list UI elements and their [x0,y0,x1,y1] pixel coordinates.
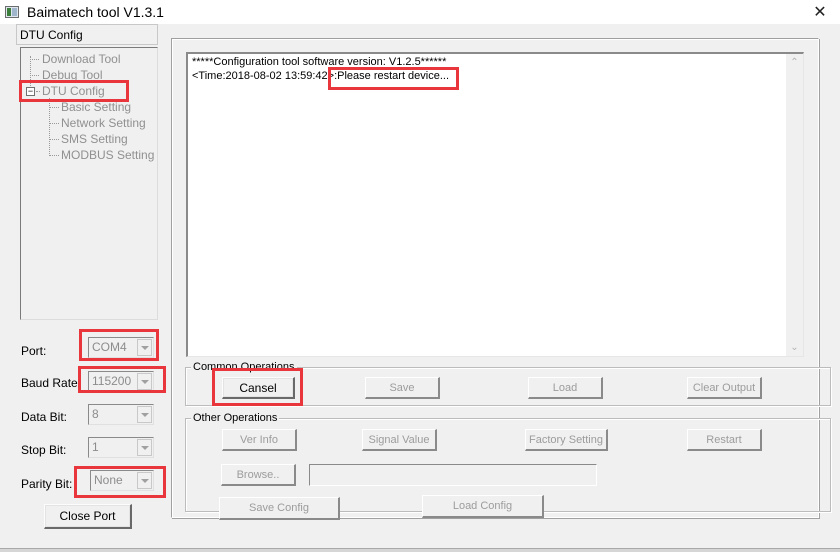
port-label: Port: [21,344,47,358]
log-line: <Time:2018-08-02 13:59:42>:Please restar… [192,70,450,82]
output-log[interactable]: *****Configuration tool software version… [186,52,804,357]
ver-info-button[interactable]: Ver Info [222,429,297,451]
data-bit-value: 8 [92,407,99,421]
stop-bit-select[interactable]: 1 [88,437,154,458]
collapse-icon[interactable]: − [26,87,35,96]
close-icon: ✕ [813,4,827,21]
close-port-button[interactable]: Close Port [44,504,132,529]
other-operations-title: Other Operations [191,412,280,424]
stop-bit-value: 1 [92,440,99,454]
scroll-down-icon[interactable]: ⌄ [786,339,803,356]
tree-connector [49,123,59,124]
close-window-button[interactable]: ✕ [800,0,840,24]
tree-item-sms-setting[interactable]: SMS Setting [61,132,128,146]
tree-connector [30,75,39,76]
app-window-icon [5,6,19,18]
tree-connector [49,155,59,156]
tree-connector [49,107,59,108]
data-bit-label: Data Bit: [21,410,68,424]
parity-bit-select[interactable]: None [90,470,154,491]
chevron-down-icon[interactable] [137,373,152,390]
signal-value-button[interactable]: Signal Value [362,429,437,451]
tree-item-debug-tool[interactable]: Debug Tool [42,68,103,82]
scroll-up-icon[interactable]: ⌃ [786,54,803,71]
navigation-tree: Download Tool Debug Tool − DTU Config Ba… [20,47,158,320]
save-config-button[interactable]: Save Config [219,497,340,520]
parity-bit-value: None [94,473,123,487]
browse-button[interactable]: Browse.. [221,464,296,486]
clear-output-button[interactable]: Clear Output [687,377,762,399]
tree-connector [36,91,40,92]
tree-item-basic-setting[interactable]: Basic Setting [61,100,131,114]
cancel-button[interactable]: Cansel [222,377,295,399]
window-title: Baimatech tool V1.3.1 [27,4,164,20]
vertical-scrollbar[interactable]: ⌃ ⌄ [786,54,803,356]
restart-button[interactable]: Restart [687,429,762,451]
tree-item-modbus-setting[interactable]: MODBUS Setting [61,148,154,162]
baud-rate-select[interactable]: 115200 [88,371,154,392]
factory-setting-button[interactable]: Factory Setting [525,429,608,451]
port-value: COM4 [92,340,127,354]
window-bottom-edge [0,548,840,552]
tree-item-network-setting[interactable]: Network Setting [61,116,146,130]
log-line: *****Configuration tool software version… [192,56,447,68]
save-button[interactable]: Save [365,377,440,399]
chevron-down-icon[interactable] [137,472,152,489]
stop-bit-label: Stop Bit: [21,443,67,457]
tree-item-download-tool[interactable]: Download Tool [42,52,121,66]
tab-dtu-config[interactable]: DTU Config [16,24,158,45]
common-operations-title: Common Operations [191,361,297,373]
minus-glyph: − [27,86,34,96]
load-button[interactable]: Load [528,377,603,399]
chevron-down-icon[interactable] [137,439,152,456]
chevron-down-icon[interactable] [137,406,152,423]
tree-connector [30,56,31,90]
tree-connector [49,139,59,140]
load-config-button[interactable]: Load Config [422,495,544,518]
tree-connector [30,59,39,60]
config-file-path-input[interactable] [309,464,597,486]
baud-rate-value: 115200 [92,374,132,388]
tree-item-dtu-config[interactable]: DTU Config [42,84,105,98]
port-select[interactable]: COM4 [88,337,154,358]
baud-rate-label: Baud Rate [21,376,78,390]
parity-bit-label: Parity Bit: [21,477,73,491]
chevron-down-icon[interactable] [137,339,152,356]
data-bit-select[interactable]: 8 [88,404,154,425]
